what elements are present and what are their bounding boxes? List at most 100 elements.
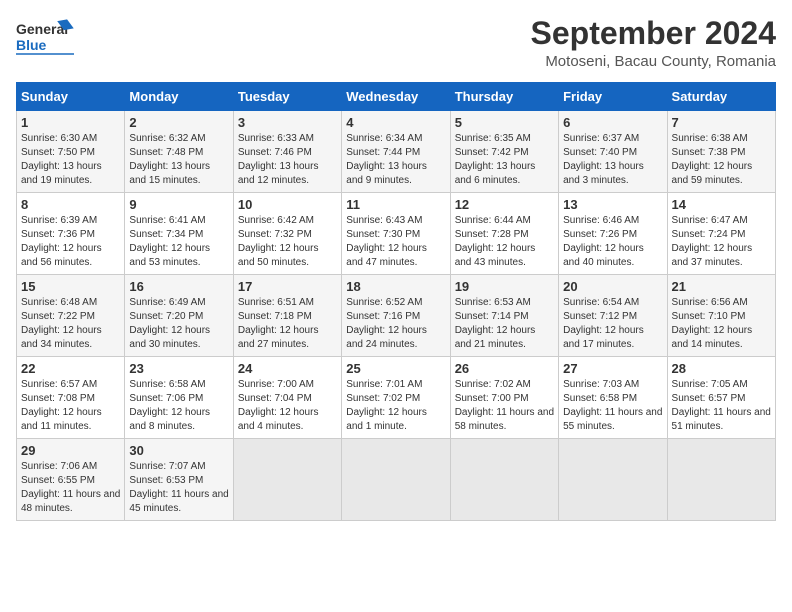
day-number: 19 — [455, 279, 554, 294]
day-number: 26 — [455, 361, 554, 376]
day-info: Sunrise: 6:42 AMSunset: 7:32 PMDaylight:… — [238, 214, 337, 270]
day-info: Sunrise: 6:56 AMSunset: 7:10 PMDaylight:… — [672, 296, 771, 352]
day-number: 29 — [21, 443, 120, 458]
day-number: 15 — [21, 279, 120, 294]
day-number: 30 — [129, 443, 228, 458]
day-info: Sunrise: 7:06 AMSunset: 6:55 PMDaylight:… — [21, 460, 120, 516]
day-info: Sunrise: 7:03 AMSunset: 6:58 PMDaylight:… — [563, 378, 662, 434]
calendar-cell — [667, 439, 775, 521]
day-info: Sunrise: 6:33 AMSunset: 7:46 PMDaylight:… — [238, 132, 337, 188]
calendar-table: SundayMondayTuesdayWednesdayThursdayFrid… — [16, 82, 776, 521]
calendar-cell: 27 Sunrise: 7:03 AMSunset: 6:58 PMDaylig… — [559, 357, 667, 439]
day-info: Sunrise: 7:02 AMSunset: 7:00 PMDaylight:… — [455, 378, 554, 434]
calendar-cell: 23 Sunrise: 6:58 AMSunset: 7:06 PMDaylig… — [125, 357, 233, 439]
calendar-cell: 5 Sunrise: 6:35 AMSunset: 7:42 PMDayligh… — [450, 111, 558, 193]
day-info: Sunrise: 6:53 AMSunset: 7:14 PMDaylight:… — [455, 296, 554, 352]
day-number: 27 — [563, 361, 662, 376]
calendar-cell — [342, 439, 450, 521]
day-info: Sunrise: 6:34 AMSunset: 7:44 PMDaylight:… — [346, 132, 445, 188]
day-number: 8 — [21, 197, 120, 212]
day-of-week-header: Monday — [125, 83, 233, 111]
calendar-cell: 8 Sunrise: 6:39 AMSunset: 7:36 PMDayligh… — [17, 193, 125, 275]
calendar-cell — [233, 439, 341, 521]
day-info: Sunrise: 6:37 AMSunset: 7:40 PMDaylight:… — [563, 132, 662, 188]
calendar-week: 8 Sunrise: 6:39 AMSunset: 7:36 PMDayligh… — [17, 193, 776, 275]
day-info: Sunrise: 7:05 AMSunset: 6:57 PMDaylight:… — [672, 378, 771, 434]
calendar-cell — [559, 439, 667, 521]
month-title: September 2024 — [531, 16, 776, 51]
calendar-week: 1 Sunrise: 6:30 AMSunset: 7:50 PMDayligh… — [17, 111, 776, 193]
day-of-week-header: Wednesday — [342, 83, 450, 111]
day-number: 25 — [346, 361, 445, 376]
calendar-week: 15 Sunrise: 6:48 AMSunset: 7:22 PMDaylig… — [17, 275, 776, 357]
calendar-cell: 9 Sunrise: 6:41 AMSunset: 7:34 PMDayligh… — [125, 193, 233, 275]
calendar-cell: 22 Sunrise: 6:57 AMSunset: 7:08 PMDaylig… — [17, 357, 125, 439]
calendar-cell: 29 Sunrise: 7:06 AMSunset: 6:55 PMDaylig… — [17, 439, 125, 521]
day-of-week-header: Friday — [559, 83, 667, 111]
day-number: 28 — [672, 361, 771, 376]
day-number: 18 — [346, 279, 445, 294]
day-number: 14 — [672, 197, 771, 212]
header-row: SundayMondayTuesdayWednesdayThursdayFrid… — [17, 83, 776, 111]
day-of-week-header: Sunday — [17, 83, 125, 111]
calendar-cell: 18 Sunrise: 6:52 AMSunset: 7:16 PMDaylig… — [342, 275, 450, 357]
day-of-week-header: Saturday — [667, 83, 775, 111]
day-info: Sunrise: 6:39 AMSunset: 7:36 PMDaylight:… — [21, 214, 120, 270]
calendar-cell: 28 Sunrise: 7:05 AMSunset: 6:57 PMDaylig… — [667, 357, 775, 439]
location: Motoseni, Bacau County, Romania — [531, 53, 776, 70]
day-number: 2 — [129, 115, 228, 130]
day-info: Sunrise: 6:41 AMSunset: 7:34 PMDaylight:… — [129, 214, 228, 270]
day-info: Sunrise: 6:46 AMSunset: 7:26 PMDaylight:… — [563, 214, 662, 270]
calendar-cell: 3 Sunrise: 6:33 AMSunset: 7:46 PMDayligh… — [233, 111, 341, 193]
day-number: 10 — [238, 197, 337, 212]
day-number: 3 — [238, 115, 337, 130]
day-number: 5 — [455, 115, 554, 130]
calendar-cell: 15 Sunrise: 6:48 AMSunset: 7:22 PMDaylig… — [17, 275, 125, 357]
day-number: 23 — [129, 361, 228, 376]
calendar-cell: 21 Sunrise: 6:56 AMSunset: 7:10 PMDaylig… — [667, 275, 775, 357]
day-number: 4 — [346, 115, 445, 130]
day-info: Sunrise: 6:38 AMSunset: 7:38 PMDaylight:… — [672, 132, 771, 188]
day-info: Sunrise: 6:47 AMSunset: 7:24 PMDaylight:… — [672, 214, 771, 270]
day-of-week-header: Tuesday — [233, 83, 341, 111]
day-info: Sunrise: 6:51 AMSunset: 7:18 PMDaylight:… — [238, 296, 337, 352]
page-header: General Blue September 2024 Motoseni, Ba… — [16, 16, 776, 70]
calendar-cell: 20 Sunrise: 6:54 AMSunset: 7:12 PMDaylig… — [559, 275, 667, 357]
day-info: Sunrise: 7:01 AMSunset: 7:02 PMDaylight:… — [346, 378, 445, 434]
day-info: Sunrise: 6:35 AMSunset: 7:42 PMDaylight:… — [455, 132, 554, 188]
logo: General Blue — [16, 16, 76, 60]
calendar-cell: 25 Sunrise: 7:01 AMSunset: 7:02 PMDaylig… — [342, 357, 450, 439]
calendar-week: 22 Sunrise: 6:57 AMSunset: 7:08 PMDaylig… — [17, 357, 776, 439]
day-number: 12 — [455, 197, 554, 212]
calendar-cell: 11 Sunrise: 6:43 AMSunset: 7:30 PMDaylig… — [342, 193, 450, 275]
day-info: Sunrise: 6:54 AMSunset: 7:12 PMDaylight:… — [563, 296, 662, 352]
day-info: Sunrise: 6:32 AMSunset: 7:48 PMDaylight:… — [129, 132, 228, 188]
day-info: Sunrise: 6:49 AMSunset: 7:20 PMDaylight:… — [129, 296, 228, 352]
day-number: 1 — [21, 115, 120, 130]
calendar-cell: 14 Sunrise: 6:47 AMSunset: 7:24 PMDaylig… — [667, 193, 775, 275]
day-info: Sunrise: 6:30 AMSunset: 7:50 PMDaylight:… — [21, 132, 120, 188]
day-info: Sunrise: 6:57 AMSunset: 7:08 PMDaylight:… — [21, 378, 120, 434]
day-number: 24 — [238, 361, 337, 376]
calendar-cell: 17 Sunrise: 6:51 AMSunset: 7:18 PMDaylig… — [233, 275, 341, 357]
day-number: 21 — [672, 279, 771, 294]
calendar-cell: 12 Sunrise: 6:44 AMSunset: 7:28 PMDaylig… — [450, 193, 558, 275]
day-info: Sunrise: 6:52 AMSunset: 7:16 PMDaylight:… — [346, 296, 445, 352]
day-info: Sunrise: 6:43 AMSunset: 7:30 PMDaylight:… — [346, 214, 445, 270]
day-info: Sunrise: 6:58 AMSunset: 7:06 PMDaylight:… — [129, 378, 228, 434]
calendar-cell: 16 Sunrise: 6:49 AMSunset: 7:20 PMDaylig… — [125, 275, 233, 357]
day-number: 16 — [129, 279, 228, 294]
day-of-week-header: Thursday — [450, 83, 558, 111]
day-number: 17 — [238, 279, 337, 294]
day-number: 20 — [563, 279, 662, 294]
calendar-cell: 2 Sunrise: 6:32 AMSunset: 7:48 PMDayligh… — [125, 111, 233, 193]
calendar-cell: 1 Sunrise: 6:30 AMSunset: 7:50 PMDayligh… — [17, 111, 125, 193]
day-info: Sunrise: 7:07 AMSunset: 6:53 PMDaylight:… — [129, 460, 228, 516]
day-number: 6 — [563, 115, 662, 130]
calendar-cell: 26 Sunrise: 7:02 AMSunset: 7:00 PMDaylig… — [450, 357, 558, 439]
day-number: 9 — [129, 197, 228, 212]
day-info: Sunrise: 6:48 AMSunset: 7:22 PMDaylight:… — [21, 296, 120, 352]
svg-text:Blue: Blue — [16, 37, 47, 53]
day-number: 7 — [672, 115, 771, 130]
calendar-cell: 30 Sunrise: 7:07 AMSunset: 6:53 PMDaylig… — [125, 439, 233, 521]
